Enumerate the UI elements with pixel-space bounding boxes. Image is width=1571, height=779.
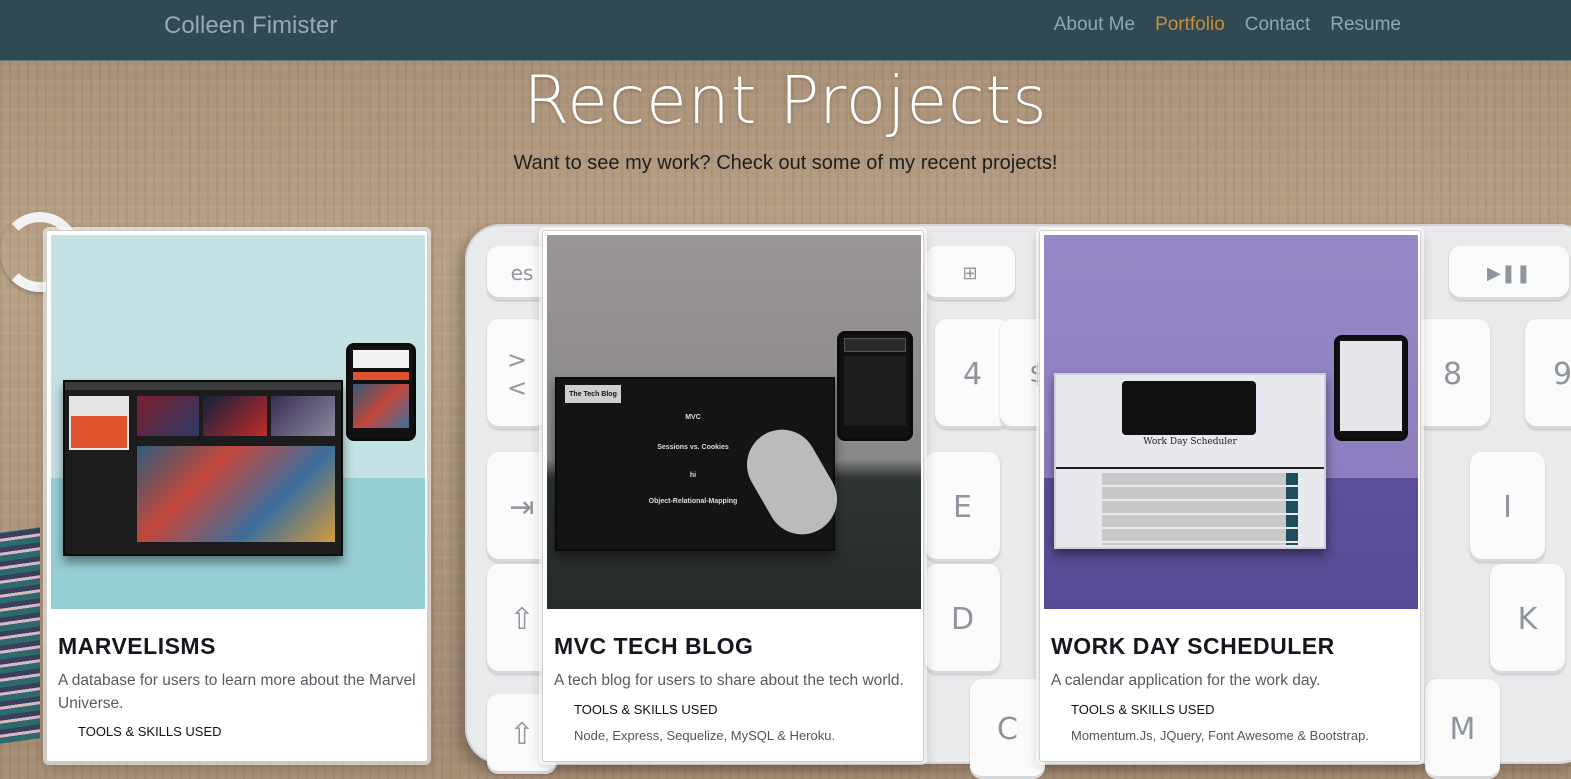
key-i: I [1470, 452, 1545, 562]
brand-link[interactable]: Colleen Fimister [164, 12, 337, 40]
project-card-marvelisms[interactable]: MARVELISMS A database for users to learn… [46, 230, 428, 762]
key-4: 4 [935, 319, 1010, 429]
nav-links: About Me Portfolio Contact Resume [1054, 14, 1401, 36]
key-m: M [1425, 679, 1500, 779]
laptop-mockup [63, 380, 343, 556]
project-image-marvelisms[interactable] [51, 235, 425, 609]
page-subtitle: Want to see my work? Check out some of m… [513, 152, 1058, 174]
nav-link-about-me[interactable]: About Me [1054, 14, 1135, 36]
nav-link-resume[interactable]: Resume [1330, 14, 1401, 36]
project-card-mvc-tech-blog[interactable]: The Tech Blog MVC Sessions vs. Cookies h… [542, 230, 924, 762]
project-description: A database for users to learn more about… [58, 672, 416, 712]
tools-heading: TOOLS & SKILLS USED [574, 702, 718, 717]
laptop-mockup: Work Day Scheduler [1054, 373, 1326, 549]
key-e: E [925, 452, 1000, 562]
phone-mockup [837, 331, 913, 441]
nav-link-contact[interactable]: Contact [1245, 14, 1310, 36]
phone-mockup [346, 343, 416, 441]
key-d: D [925, 564, 1000, 674]
preview-post-title: MVC [685, 414, 701, 421]
phone-mockup [1334, 335, 1408, 441]
project-card-work-day-scheduler[interactable]: Work Day Scheduler WORK DAY SCHEDULER A … [1039, 230, 1421, 762]
page-title: Recent Projects [523, 62, 1048, 139]
project-title: MARVELISMS [58, 633, 216, 659]
notebook-decoration [0, 527, 40, 744]
project-image-work-day-scheduler[interactable]: Work Day Scheduler [1044, 235, 1418, 609]
nav-link-portfolio[interactable]: Portfolio [1155, 14, 1225, 36]
laptop-mockup: The Tech Blog MVC Sessions vs. Cookies h… [555, 377, 850, 551]
preview-site-name: Work Day Scheduler [1143, 437, 1237, 447]
project-description: A calendar application for the work day. [1051, 672, 1321, 689]
key-8: 8 [1415, 319, 1490, 429]
key-k: K [1490, 564, 1565, 674]
project-image-mvc-tech-blog[interactable]: The Tech Blog MVC Sessions vs. Cookies h… [547, 235, 921, 609]
top-navbar: Colleen Fimister About Me Portfolio Cont… [0, 0, 1571, 61]
key-angle: > < [487, 319, 547, 429]
key-f3: ⊞ [925, 246, 1015, 300]
preview-site-name: The Tech Blog [565, 385, 621, 403]
tools-heading: TOOLS & SKILLS USED [78, 724, 222, 739]
project-title: MVC TECH BLOG [554, 633, 754, 659]
project-description: A tech blog for users to share about the… [554, 672, 904, 689]
key-9: 9 [1525, 319, 1571, 429]
key-f8: ▶❚❚ [1449, 246, 1569, 300]
project-title: WORK DAY SCHEDULER [1051, 633, 1335, 659]
tools-heading: TOOLS & SKILLS USED [1071, 702, 1215, 717]
key-c: C [970, 679, 1045, 779]
